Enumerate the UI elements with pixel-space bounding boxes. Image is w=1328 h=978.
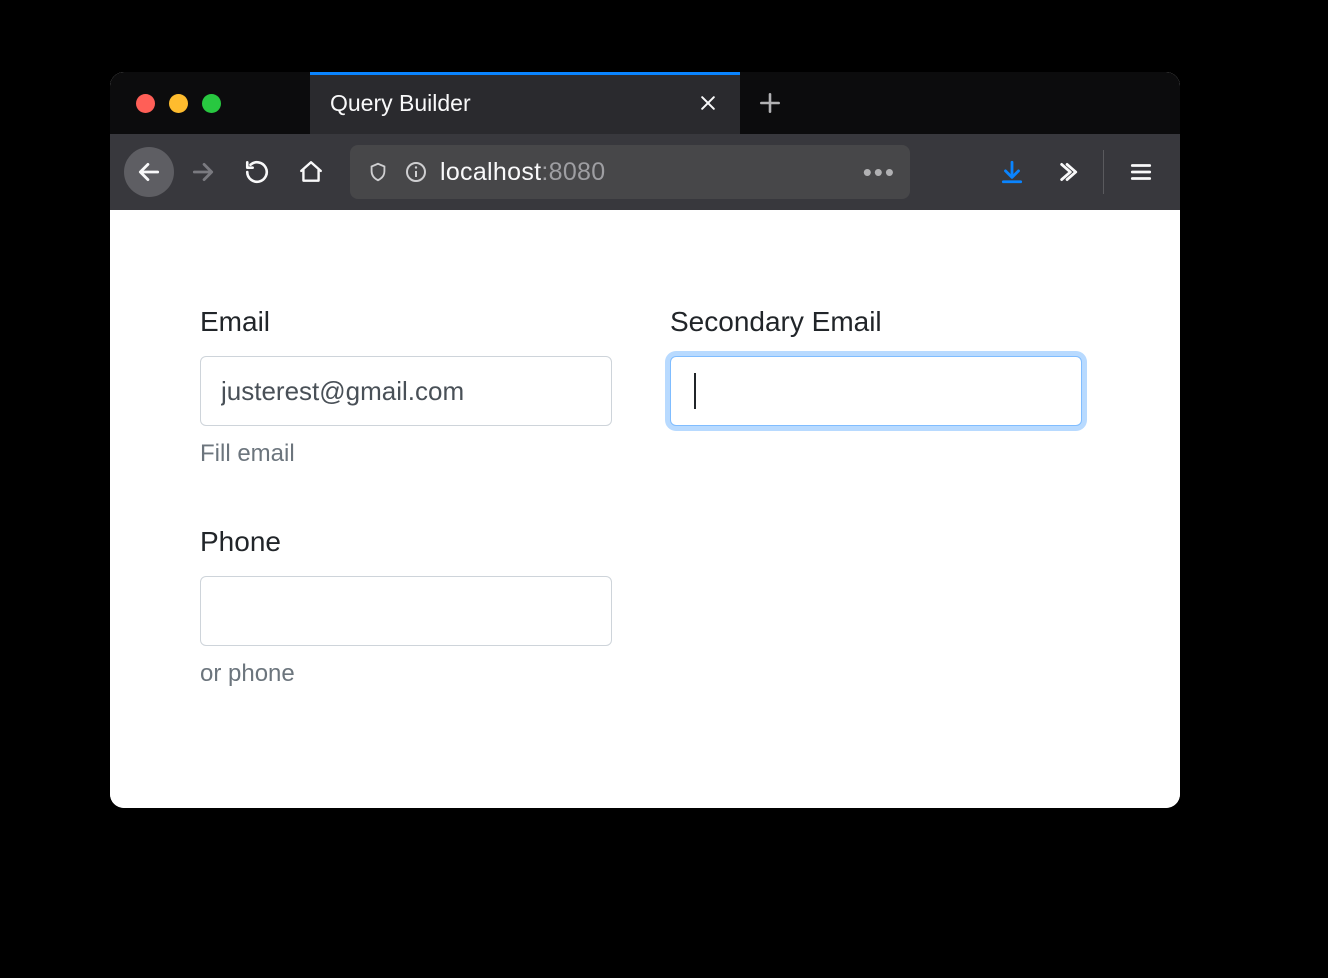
browser-tab[interactable]: Query Builder <box>310 72 740 134</box>
browser-toolbar: localhost:8080 ••• <box>110 134 1180 210</box>
tracking-protection-icon[interactable] <box>364 158 392 186</box>
url-text: localhost:8080 <box>440 158 853 187</box>
close-tab-icon[interactable] <box>696 91 720 115</box>
secondary-email-input[interactable] <box>670 356 1082 426</box>
browser-window: Query Builder <box>110 72 1180 808</box>
window-zoom-button[interactable] <box>202 94 221 113</box>
window-controls <box>110 72 310 134</box>
back-button[interactable] <box>124 147 174 197</box>
site-info-icon[interactable] <box>402 158 430 186</box>
window-close-button[interactable] <box>136 94 155 113</box>
phone-field-group: Phone or phone <box>200 526 612 688</box>
url-port: :8080 <box>541 158 605 186</box>
phone-label: Phone <box>200 526 612 558</box>
downloads-button[interactable] <box>987 147 1037 197</box>
secondary-email-field-group: Secondary Email <box>670 306 1090 426</box>
email-help-text: Fill email <box>200 440 612 468</box>
home-button[interactable] <box>286 147 336 197</box>
url-bar[interactable]: localhost:8080 ••• <box>350 145 910 199</box>
hamburger-menu-button[interactable] <box>1116 147 1166 197</box>
form: Email Fill email Secondary Email Phone o… <box>200 306 1090 688</box>
window-minimize-button[interactable] <box>169 94 188 113</box>
phone-help-text: or phone <box>200 660 612 688</box>
page-actions-button[interactable]: ••• <box>863 157 896 188</box>
page-content: Email Fill email Secondary Email Phone o… <box>110 210 1180 808</box>
toolbar-separator <box>1103 150 1104 194</box>
overflow-menu-button[interactable] <box>1041 147 1091 197</box>
text-cursor <box>694 373 696 409</box>
url-host: localhost <box>440 158 541 186</box>
titlebar: Query Builder <box>110 72 1180 134</box>
new-tab-button[interactable] <box>740 72 800 134</box>
phone-input[interactable] <box>200 576 612 646</box>
reload-button[interactable] <box>232 147 282 197</box>
forward-button[interactable] <box>178 147 228 197</box>
active-tab-indicator <box>310 72 740 75</box>
secondary-email-label: Secondary Email <box>670 306 1090 338</box>
tab-title: Query Builder <box>330 90 696 117</box>
email-label: Email <box>200 306 612 338</box>
email-input[interactable] <box>200 356 612 426</box>
email-field-group: Email Fill email <box>200 306 612 468</box>
